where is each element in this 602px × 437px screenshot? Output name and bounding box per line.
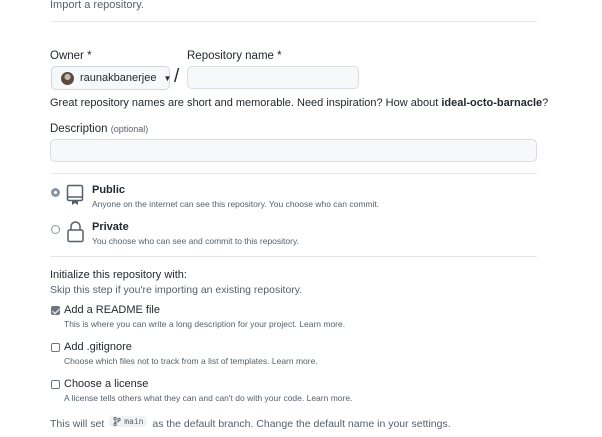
- repository-name-label-text: Repository name: [187, 50, 274, 62]
- add-gitignore-checkbox[interactable]: [51, 343, 60, 352]
- owner-label: Owner *: [50, 50, 92, 62]
- repository-name-input[interactable]: [187, 66, 359, 89]
- visibility-private-title: Private: [92, 221, 129, 233]
- description-divider: [50, 173, 537, 174]
- visibility-divider: [50, 256, 537, 257]
- description-label: Description (optional): [50, 123, 148, 135]
- repository-name-label: Repository name *: [187, 50, 282, 62]
- name-suggestion[interactable]: ideal-octo-barnacle: [441, 97, 542, 109]
- add-readme-subtitle: This is where you can write a long descr…: [64, 319, 346, 329]
- visibility-public-radio[interactable]: [51, 188, 60, 197]
- repo-book-icon: [66, 184, 85, 206]
- owner-repo-separator: /: [174, 66, 180, 87]
- top-divider: [50, 21, 537, 22]
- branch-chip: main: [109, 416, 148, 427]
- branch-note-suffix: as the default branch. Change the defaul…: [152, 418, 451, 430]
- choose-license-checkbox[interactable]: [51, 380, 60, 389]
- repository-name-hint: Great repository names are short and mem…: [50, 97, 548, 109]
- add-readme-checkbox[interactable]: [51, 306, 60, 315]
- choose-license-title: Choose a license: [64, 378, 149, 390]
- import-repository-link[interactable]: Import a repository.: [50, 0, 144, 11]
- owner-dropdown-value: raunakbanerjee: [80, 72, 157, 84]
- add-readme-title: Add a README file: [64, 304, 160, 316]
- chevron-down-icon: ▼: [163, 73, 172, 83]
- visibility-private-subtitle: You choose who can see and commit to thi…: [92, 236, 299, 246]
- choose-license-subtitle: A license tells others what they can and…: [64, 393, 353, 403]
- visibility-public-subtitle: Anyone on the internet can see this repo…: [92, 199, 380, 209]
- owner-dropdown[interactable]: raunakbanerjee ▼: [51, 66, 172, 90]
- visibility-public-title: Public: [92, 184, 126, 196]
- initialize-heading: Initialize this repository with:: [50, 269, 187, 281]
- owner-required-mark: *: [87, 50, 92, 62]
- branch-note-prefix: This will set: [50, 418, 105, 430]
- initialize-skip-note: Skip this step if you're importing an ex…: [50, 284, 303, 296]
- repository-name-required-mark: *: [277, 50, 282, 62]
- git-branch-icon: [113, 417, 121, 426]
- avatar: [61, 71, 74, 85]
- hint-suffix: ?: [542, 97, 549, 109]
- lock-icon: [66, 220, 85, 243]
- visibility-private-radio[interactable]: [51, 225, 60, 234]
- branch-name: main: [124, 417, 144, 426]
- owner-label-text: Owner: [50, 50, 84, 62]
- description-label-text: Description: [50, 123, 108, 135]
- description-input[interactable]: [50, 139, 537, 162]
- description-optional-tag: (optional): [110, 124, 149, 134]
- add-gitignore-title: Add .gitignore: [64, 341, 132, 353]
- add-gitignore-subtitle: Choose which files not to track from a l…: [64, 356, 318, 366]
- default-branch-note: This will set main as the default branch…: [50, 416, 451, 430]
- hint-text: Great repository names are short and mem…: [50, 97, 442, 109]
